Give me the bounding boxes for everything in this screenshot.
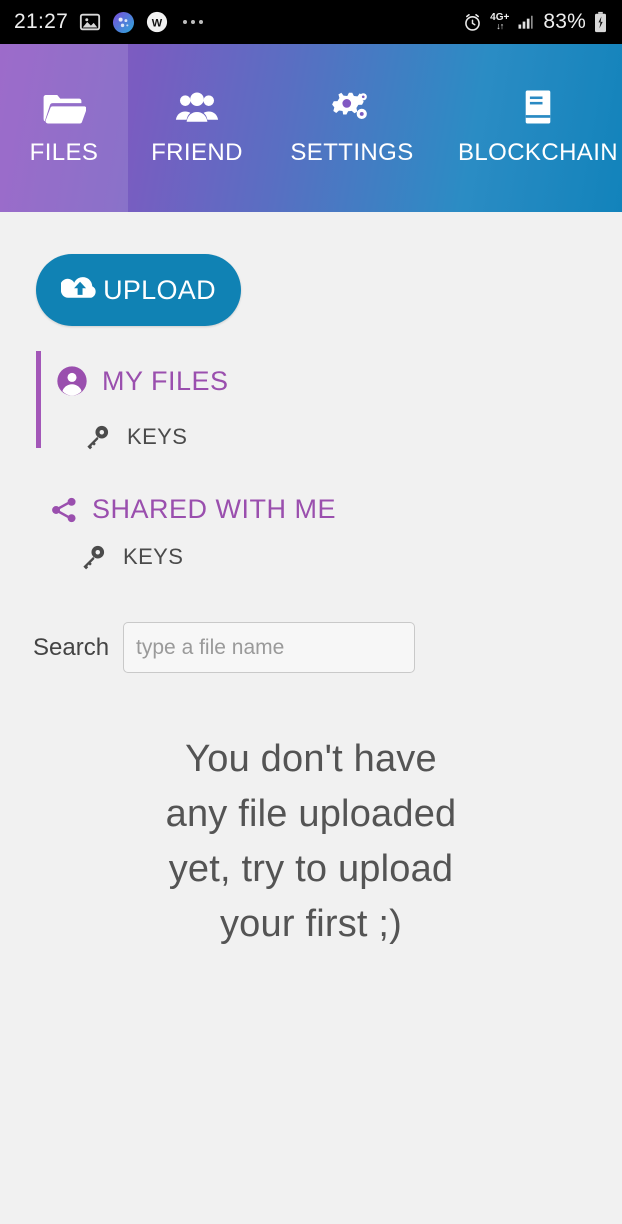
my-files-keys-row[interactable]: KEYS — [84, 423, 187, 450]
cloud-upload-icon — [61, 274, 101, 306]
svg-text:W: W — [152, 18, 163, 30]
tab-blockchain[interactable]: BLOCKCHAIN — [438, 44, 622, 212]
tab-files-label: FILES — [29, 139, 99, 166]
upload-button[interactable]: UPLOAD — [36, 254, 241, 326]
signal-bars-icon — [516, 12, 536, 32]
tab-blockchain-label: BLOCKCHAIN — [457, 139, 619, 166]
more-dots-icon — [183, 20, 204, 24]
tab-friend-label: FRIEND — [151, 139, 243, 166]
status-bar: 21:27 W 4G+ ↓↑ 83% — [0, 0, 622, 44]
main-content: UPLOAD MY FILES KEYS SHARED WITH ME KEYS… — [0, 212, 622, 1224]
search-input[interactable] — [123, 622, 416, 673]
share-nodes-icon — [50, 496, 78, 524]
battery-percent-label: 83% — [543, 10, 586, 33]
shared-keys-row[interactable]: KEYS — [80, 543, 183, 570]
tab-settings[interactable]: SETTINGS — [266, 44, 438, 212]
gears-icon — [331, 89, 373, 125]
my-files-title: MY FILES — [102, 365, 229, 396]
upload-button-label: UPLOAD — [103, 274, 216, 305]
my-files-accent-bar — [36, 351, 41, 448]
network-type-indicator: 4G+ ↓↑ — [490, 13, 509, 31]
image-icon — [79, 11, 101, 33]
status-bar-left: 21:27 W — [14, 10, 204, 34]
search-label: Search — [33, 633, 110, 661]
search-row: Search — [33, 622, 416, 673]
folder-open-icon — [42, 89, 86, 125]
tab-files[interactable]: FILES — [0, 44, 128, 212]
book-icon — [523, 89, 553, 125]
network-arrows: ↓↑ — [496, 21, 504, 31]
key-icon — [84, 423, 111, 450]
top-navigation-bar: FILES FRIEND SETTINGS BLOCKCHAIN — [0, 44, 622, 212]
status-bar-right: 4G+ ↓↑ 83% — [462, 10, 608, 34]
shared-keys-label: KEYS — [123, 543, 184, 569]
tab-friend[interactable]: FRIEND — [128, 44, 266, 212]
tab-settings-label: SETTINGS — [290, 139, 414, 166]
shared-with-me-header[interactable]: SHARED WITH ME — [50, 494, 336, 525]
user-circle-icon — [56, 365, 88, 397]
status-time: 21:27 — [14, 10, 69, 33]
battery-charging-icon — [593, 11, 608, 33]
wonder-app-icon: W — [146, 11, 168, 33]
bubbles-app-icon — [112, 11, 135, 34]
alarm-icon — [462, 12, 483, 33]
empty-state-message: You don't have any file uploaded yet, tr… — [165, 738, 457, 946]
my-files-keys-label: KEYS — [127, 423, 188, 449]
key-icon — [80, 543, 107, 570]
people-group-icon — [175, 89, 219, 125]
my-files-header[interactable]: MY FILES — [56, 365, 229, 397]
shared-with-me-title: SHARED WITH ME — [92, 494, 337, 524]
